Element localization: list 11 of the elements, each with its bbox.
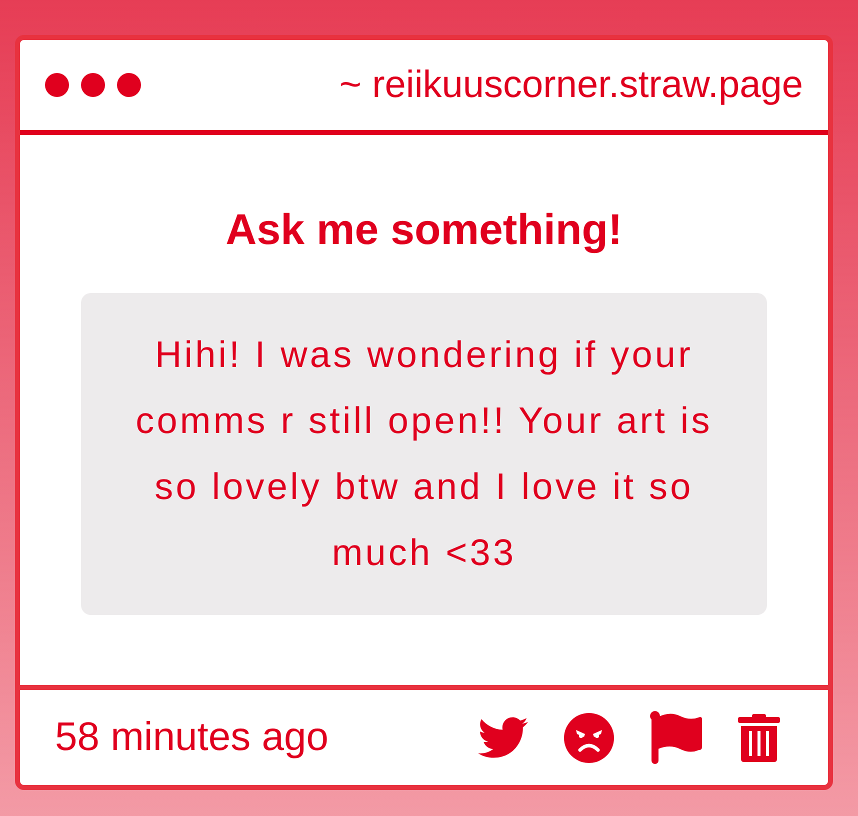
- timestamp: 58 minutes ago: [55, 715, 329, 760]
- window-dot-icon: [81, 73, 105, 97]
- message-text: Hihi! I was wondering if your comms r still open!! Your art is so lovely btw and I love it so much <33: [134, 333, 714, 575]
- window-dot-icon: [45, 73, 69, 97]
- window-dot-icon: [117, 73, 141, 97]
- page-url: ~ reiikuuscorner.straw.page: [339, 64, 803, 106]
- angry-face-icon[interactable]: [564, 712, 614, 762]
- flag-icon[interactable]: [650, 710, 702, 764]
- bird-icon[interactable]: [478, 717, 528, 758]
- trash-icon[interactable]: [738, 714, 780, 762]
- prompt-title: Ask me something!: [226, 205, 622, 255]
